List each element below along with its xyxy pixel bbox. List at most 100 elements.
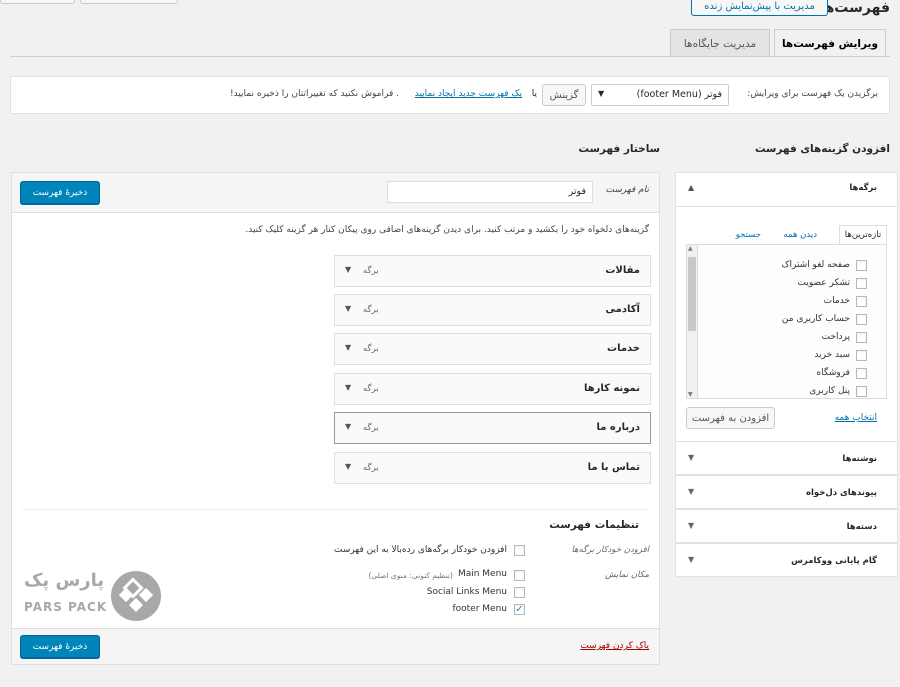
save-warning-text: . فراموش نکنید که تغییراتتان را ذخیره نم… — [230, 89, 399, 99]
menu-item-title: خدمات — [607, 343, 640, 354]
checkbox[interactable] — [856, 367, 867, 379]
save-menu-button-top[interactable]: ذخیرهٔ فهرست — [20, 181, 100, 204]
dropdown-arrow-icon[interactable]: ▼ — [345, 462, 351, 471]
select-menu-prompt: برگزیدن یک فهرست برای ویرایش: — [747, 89, 878, 99]
auto-add-label: افزودن خودکار برگه‌ها — [571, 545, 649, 555]
menu-name-value: فوتر — [568, 186, 586, 197]
auto-add-checkbox[interactable] — [514, 545, 525, 556]
page-item-label: سبد خرید — [814, 350, 850, 360]
accordion-custom-links[interactable]: پیوندهای دل‌خواه ▼ — [675, 475, 898, 509]
tab-most-recent[interactable]: تازه‌ترین‌ها — [839, 225, 887, 245]
structure-footer: پاک کردن فهرست ذخیرهٔ فهرست — [12, 628, 659, 664]
select-all-link[interactable]: انتخاب همه — [835, 413, 877, 423]
save-menu-button-bottom[interactable]: ذخیرهٔ فهرست — [20, 635, 100, 658]
tab-edit-menus[interactable]: ویرایش فهرست‌ها — [774, 29, 886, 57]
select-button[interactable]: گزینش — [542, 84, 586, 106]
page-item[interactable]: خدمات — [824, 293, 867, 309]
live-preview-button[interactable]: مدیریت با پیش‌نمایش زنده — [691, 0, 828, 16]
page-item[interactable]: فروشگاه — [816, 365, 867, 381]
location-social-name: Social Links Menu — [426, 587, 507, 597]
location-checkbox-footer[interactable]: ✓ — [514, 604, 525, 615]
menu-item-title: مقالات — [605, 265, 640, 276]
page-item[interactable]: حساب کاربری من — [782, 311, 867, 327]
dropdown-arrow-icon[interactable]: ▼ — [345, 383, 351, 392]
menu-item-type: برگه — [363, 344, 379, 354]
structure-instructions: گزینه‌های دلخواه خود را بکشید و مرتب کنی… — [245, 225, 649, 235]
menu-item-type: برگه — [363, 266, 379, 276]
page-item-label: فروشگاه — [816, 368, 850, 378]
page-item-label: صفحه لغو اشتراک — [781, 260, 850, 270]
scrollbar[interactable]: ▲ ▼ — [687, 245, 698, 398]
menu-item-type: برگه — [363, 305, 379, 315]
accordion-categories[interactable]: دسته‌ها ▼ — [675, 509, 898, 543]
accordion-woocommerce-endpoints[interactable]: گام پایانی ووکامرس ▼ — [675, 543, 898, 577]
location-checkbox-social[interactable] — [514, 587, 525, 598]
dropdown-arrow-icon[interactable]: ▼ — [345, 304, 351, 313]
checkbox[interactable] — [856, 259, 867, 271]
page-item[interactable]: تشکر عضویت — [798, 275, 867, 291]
select-menu-bar: برگزیدن یک فهرست برای ویرایش: فوتر (foot… — [10, 76, 890, 114]
tab-search[interactable]: جستجو — [736, 230, 761, 240]
menu-item-type: برگه — [363, 384, 379, 394]
menu-item-title: آکادمی — [605, 304, 640, 315]
menu-select-value: فوتر (footer Menu) — [636, 89, 722, 100]
menu-name-label: نام فهرست — [605, 185, 649, 195]
menu-item[interactable]: مقالات برگه ▼ — [334, 255, 651, 287]
or-text: یا — [531, 89, 537, 99]
auto-add-option-label: افزودن خودکار برگه‌های رده‌بالا به این ف… — [333, 545, 507, 555]
menu-item[interactable]: نمونه کارها برگه ▼ — [334, 373, 651, 405]
checkbox[interactable] — [856, 313, 867, 325]
add-to-menu-button[interactable]: افزودن به فهرست — [686, 407, 775, 429]
menu-select[interactable]: فوتر (footer Menu) ▼ — [591, 84, 729, 106]
scroll-up-icon[interactable]: ▲ — [688, 245, 693, 252]
checkbox[interactable] — [856, 385, 867, 397]
menu-item-type: برگه — [363, 423, 379, 433]
page-item[interactable]: سبد خرید — [814, 347, 867, 363]
page-item-label: خدمات — [823, 296, 850, 306]
accordion-posts[interactable]: نوشته‌ها ▼ — [675, 441, 898, 475]
menu-item[interactable]: تماس با ما برگه ▼ — [334, 452, 651, 484]
menu-item[interactable]: خدمات برگه ▼ — [334, 333, 651, 365]
menu-item[interactable]: آکادمی برگه ▼ — [334, 294, 651, 326]
accordion-label: پیوندهای دل‌خواه — [805, 488, 877, 498]
add-items-heading: افزودن گزینه‌های فهرست — [754, 143, 890, 155]
expand-arrow-icon: ▼ — [688, 555, 695, 564]
pages-accordion-label: برگه‌ها — [849, 183, 877, 193]
tabs-divider — [10, 56, 890, 57]
create-menu-link[interactable]: یک فهرست جدید ایجاد نمایید — [415, 89, 522, 99]
expand-arrow-icon: ▼ — [688, 487, 695, 496]
checkbox[interactable] — [856, 349, 867, 361]
accordion-label: گام پایانی ووکامرس — [791, 556, 877, 566]
page-item[interactable]: پنل کاربری — [809, 383, 867, 399]
page-item[interactable]: صفحه لغو اشتراک — [781, 257, 867, 273]
parspack-emblem-icon — [111, 571, 161, 621]
location-footer-name: footer Menu — [452, 604, 507, 614]
tab-view-all[interactable]: دیدن همه — [783, 230, 817, 240]
display-location-label: مکان نمایش — [605, 570, 649, 580]
dropdown-arrow-icon[interactable]: ▼ — [345, 265, 351, 274]
delete-menu-link[interactable]: پاک کردن فهرست — [580, 641, 649, 651]
menu-item[interactable]: درباره ما برگه ▼ — [334, 412, 651, 444]
checkbox[interactable] — [856, 277, 867, 289]
menu-item-title: درباره ما — [596, 422, 641, 433]
location-main-note: (تنظیم کنونی: منوی اصلی) — [368, 571, 453, 580]
tab-manage-locations[interactable]: مدیریت جایگاه‌ها — [670, 29, 770, 57]
accordion-label: دسته‌ها — [846, 522, 877, 532]
top-left-button-1[interactable] — [0, 0, 75, 4]
dropdown-arrow-icon[interactable]: ▼ — [345, 343, 351, 352]
accordion-label: نوشته‌ها — [842, 454, 877, 464]
dropdown-arrow-icon[interactable]: ▼ — [345, 422, 351, 431]
checkbox[interactable] — [856, 331, 867, 343]
menu-name-input[interactable]: فوتر — [387, 181, 593, 203]
scrollbar-thumb[interactable] — [688, 257, 696, 331]
location-main-name: Main Menu — [457, 569, 507, 579]
menu-item-type: برگه — [363, 463, 379, 473]
page-item[interactable]: پرداخت — [822, 329, 867, 345]
checkbox[interactable] — [856, 295, 867, 307]
location-checkbox-main[interactable] — [514, 570, 525, 581]
top-left-button-2[interactable] — [80, 0, 178, 4]
collapse-arrow-icon: ▲ — [688, 183, 695, 192]
pages-accordion-header[interactable]: برگه‌ها ▲ — [676, 173, 897, 207]
parspack-logo: پارس پک PARS PACK — [22, 570, 164, 624]
scroll-down-icon[interactable]: ▼ — [688, 391, 693, 398]
